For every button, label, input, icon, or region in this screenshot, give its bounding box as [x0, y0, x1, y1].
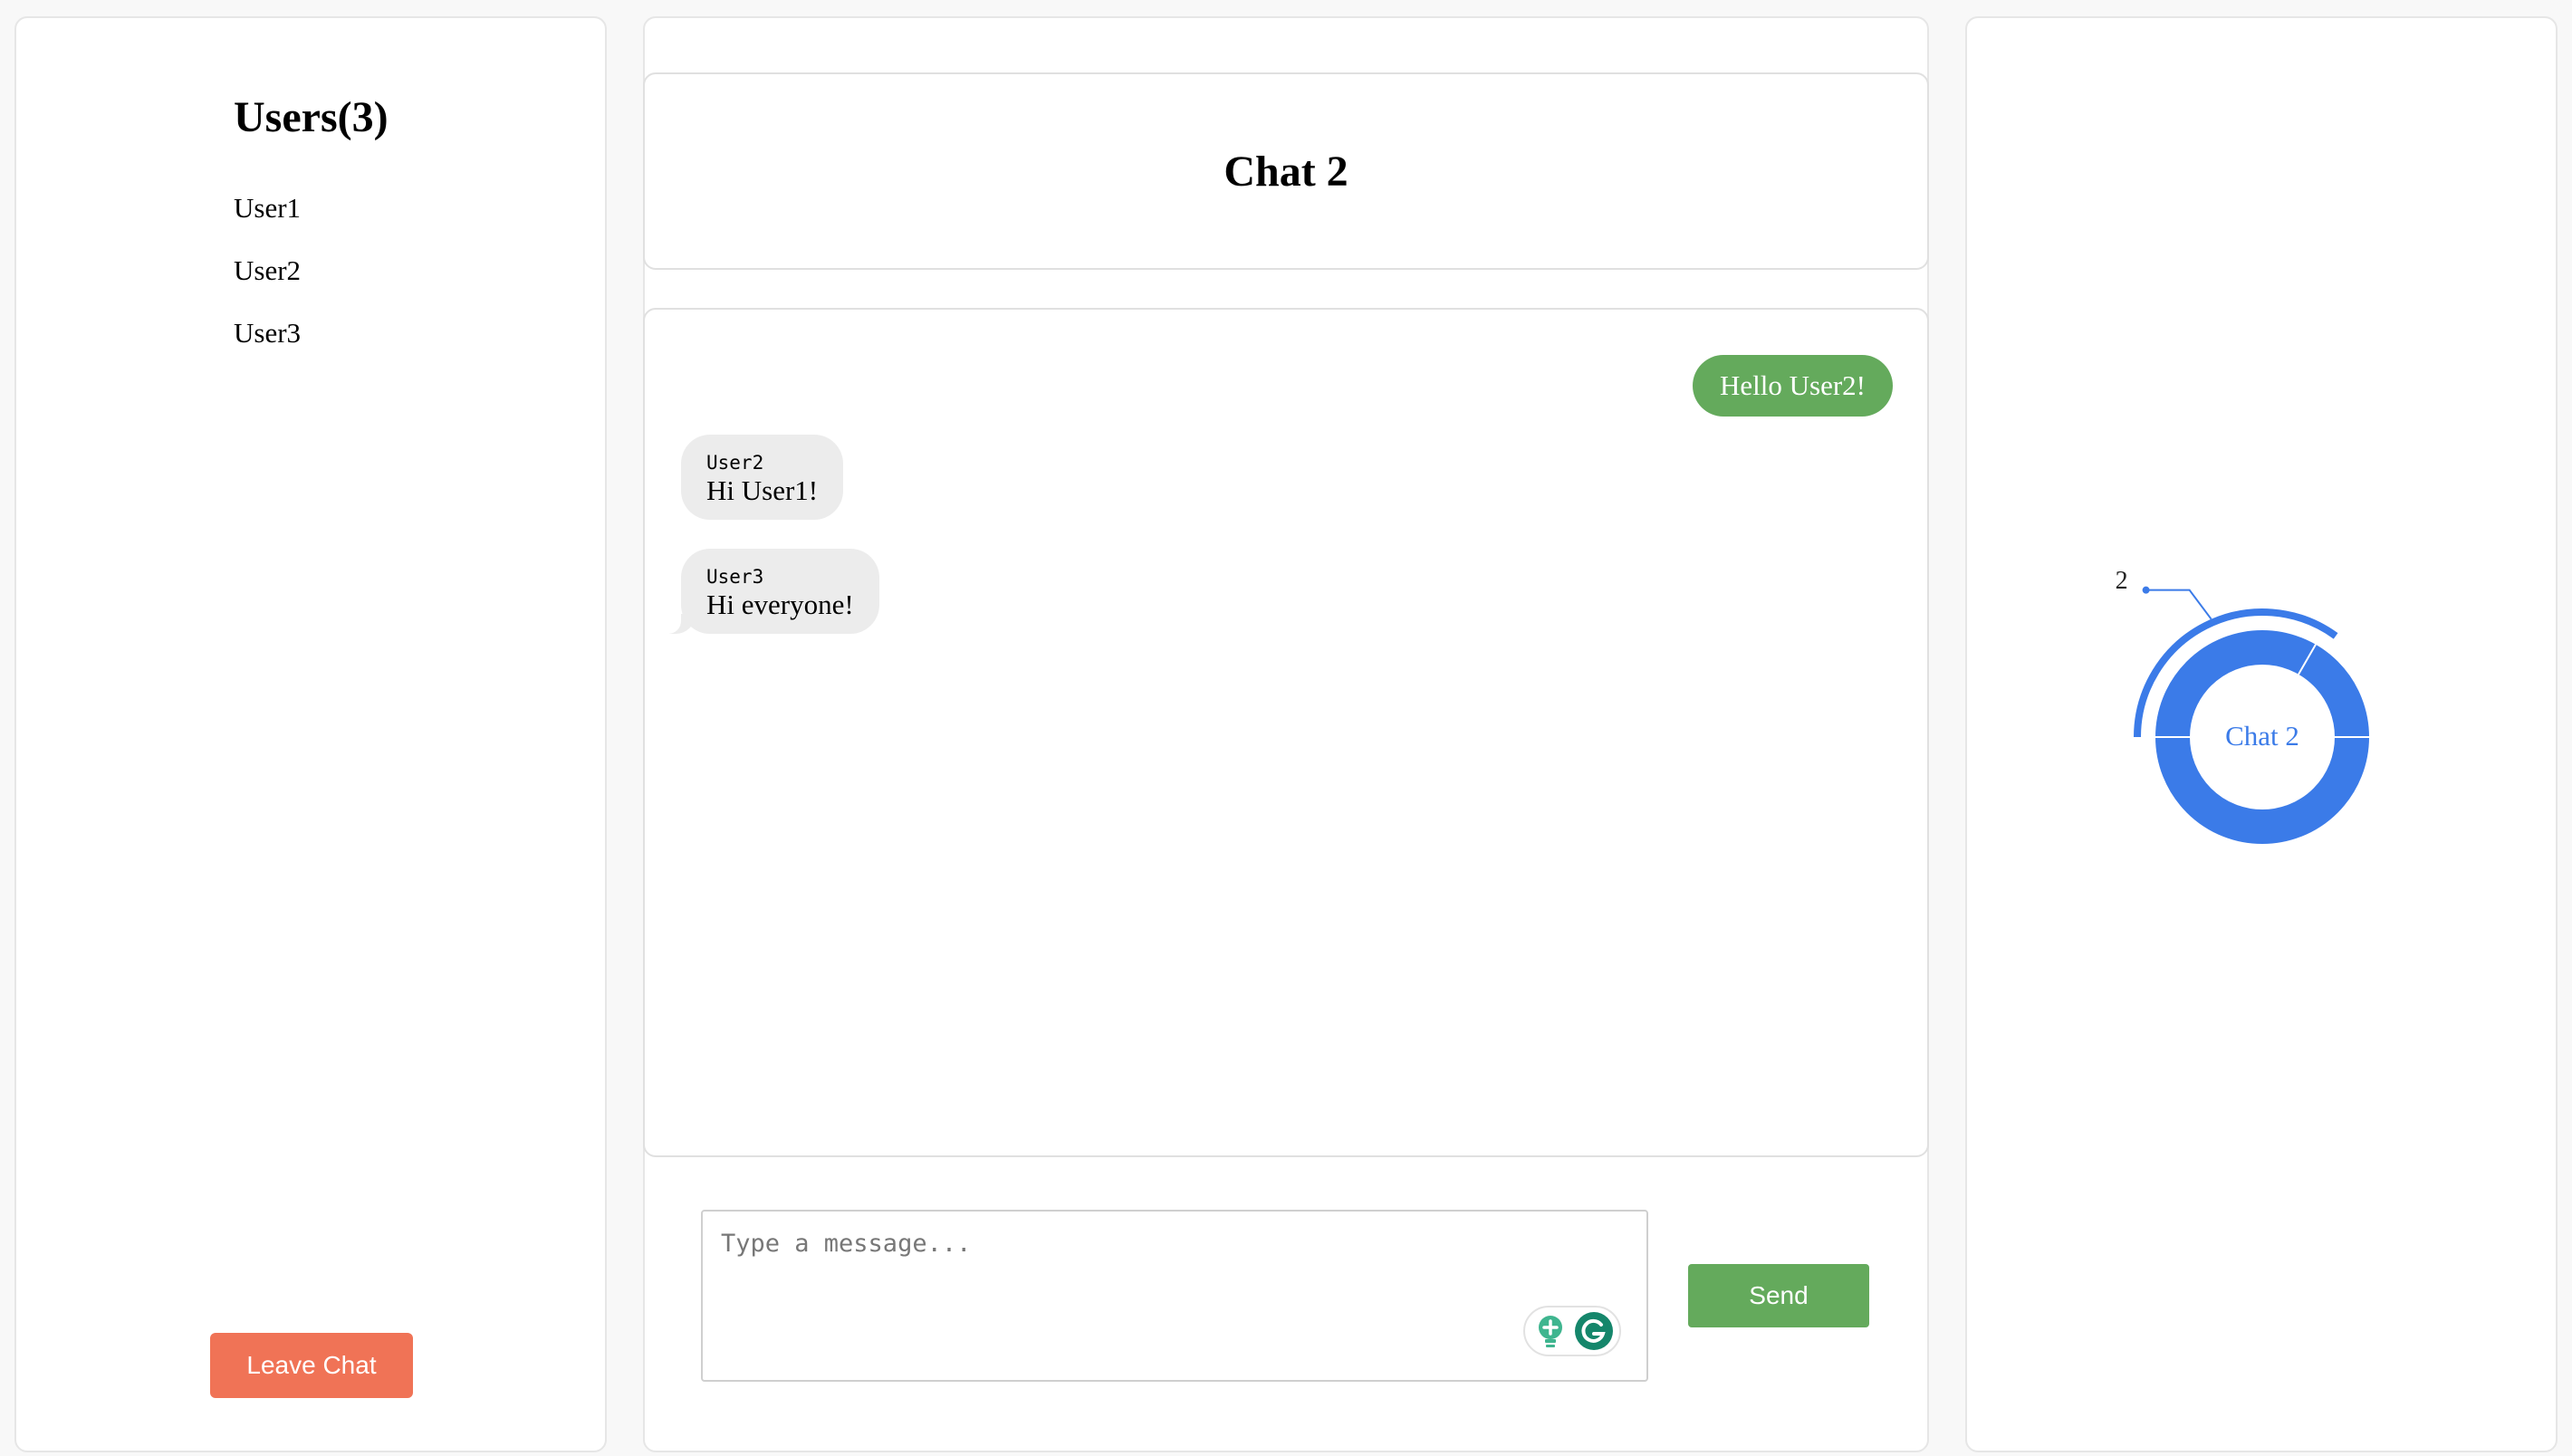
chat-panel: Chat 2 Hello User2! User2 Hi User1! User…	[643, 16, 1929, 1452]
message-list[interactable]: Hello User2! User2 Hi User1! User3 Hi ev…	[643, 308, 1929, 1157]
user-list-item[interactable]: User2	[234, 253, 301, 315]
incoming-message-bubble: User3 Hi everyone!	[659, 549, 879, 634]
callout-dot	[2142, 586, 2150, 594]
leave-chat-button[interactable]: Leave Chat	[210, 1333, 413, 1398]
send-button[interactable]: Send	[1688, 1264, 1869, 1327]
message-sender: User2	[706, 452, 764, 474]
user-list: User1 User2 User3	[234, 190, 301, 378]
users-panel: Users(3) User1 User2 User3 Leave Chat	[14, 16, 607, 1452]
users-title: Users(3)	[234, 93, 389, 141]
donut-chart: Chat 2 2	[2116, 567, 2369, 844]
writing-assistant-widget[interactable]	[1523, 1306, 1621, 1356]
grammarly-icon[interactable]	[1574, 1311, 1614, 1351]
donut-ring	[2134, 586, 2369, 844]
chat-header: Chat 2	[643, 72, 1929, 270]
callout-leader-line	[2145, 589, 2212, 620]
message-input[interactable]	[703, 1212, 1646, 1380]
chart-panel: Chat 2 2	[1965, 16, 2558, 1452]
user-list-item[interactable]: User1	[234, 190, 301, 253]
message-text: Hello User2!	[1720, 369, 1866, 401]
message-text: Hi User1!	[706, 474, 819, 506]
message-input-box	[701, 1210, 1648, 1382]
outgoing-message-bubble: Hello User2!	[1693, 355, 1893, 417]
message-sender: User3	[706, 566, 764, 588]
chat-title: Chat 2	[1224, 147, 1348, 196]
message-text: Hi everyone!	[706, 589, 854, 620]
chart-center-label: Chat 2	[2225, 720, 2299, 752]
lightbulb-icon[interactable]	[1534, 1313, 1567, 1351]
user-list-item[interactable]: User3	[234, 315, 301, 378]
incoming-message-bubble: User2 Hi User1!	[681, 435, 844, 520]
slice-value-label: 2	[2116, 567, 2128, 595]
